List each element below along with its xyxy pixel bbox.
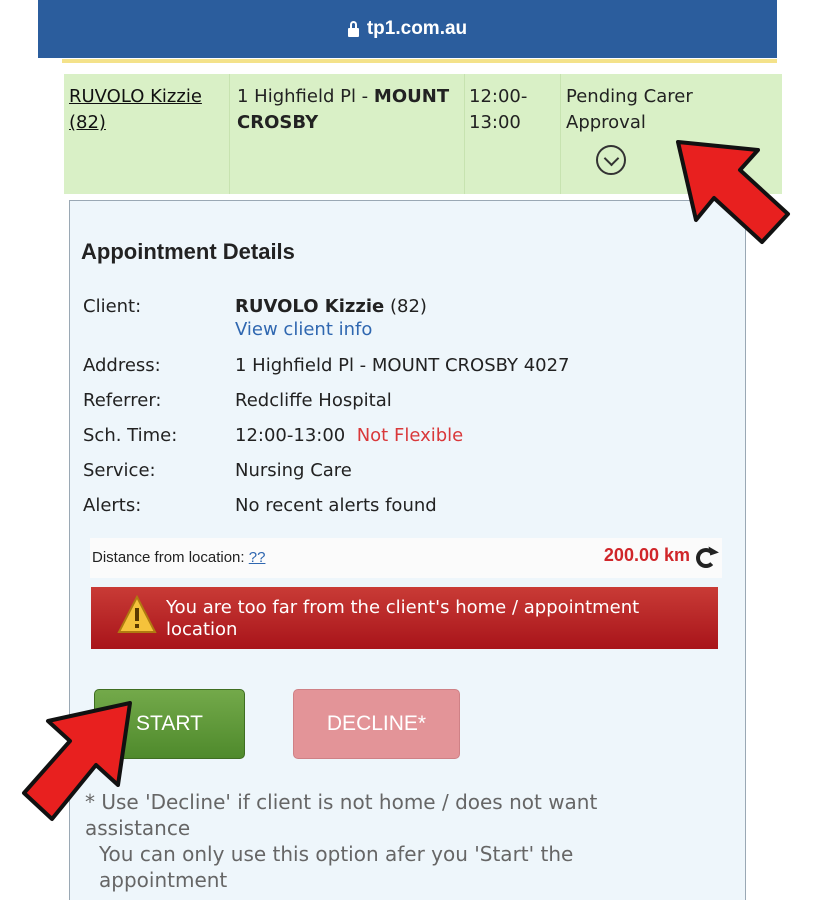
- referrer-value: Redcliffe Hospital: [235, 390, 392, 411]
- not-flexible-badge: Not Flexible: [356, 425, 464, 446]
- refresh-icon[interactable]: [696, 548, 716, 568]
- decline-button[interactable]: DECLINE*: [293, 689, 460, 759]
- alerts-label: Alerts:: [83, 495, 142, 516]
- sch-time-label: Sch. Time:: [83, 425, 178, 446]
- url-text: tp1.com.au: [366, 18, 468, 39]
- decline-footnote: * Use 'Decline' if client is not home / …: [85, 790, 598, 892]
- address-label: Address:: [83, 355, 161, 376]
- warning-icon: [117, 595, 157, 633]
- distance-label: Distance from location: ??: [92, 549, 266, 566]
- column-divider: [229, 74, 230, 194]
- client-label: Client:: [83, 296, 142, 317]
- distance-value: 200.00 km: [603, 545, 690, 565]
- appointment-details-panel: Appointment Details Client: RUVOLO Kizzi…: [69, 200, 746, 900]
- service-label: Service:: [83, 460, 156, 481]
- address-value: 1 Highfield Pl - MOUNT CROSBY 4027: [235, 355, 570, 376]
- browser-url-bar[interactable]: tp1.com.au: [38, 0, 777, 63]
- distance-bar: Distance from location: ?? 200.00 km: [90, 538, 722, 578]
- sch-time-value: 12:00-13:00 Not Flexible: [235, 425, 464, 446]
- service-value: Nursing Care: [235, 460, 352, 481]
- panel-title: Appointment Details: [81, 239, 295, 264]
- header-divider: [62, 59, 777, 63]
- row-time: 12:00- 13:00: [469, 86, 528, 133]
- lock-icon: [347, 20, 359, 37]
- expand-chevron-icon[interactable]: [596, 145, 626, 175]
- alerts-value: No recent alerts found: [235, 495, 437, 516]
- annotation-arrow-icon: [22, 701, 132, 821]
- distance-help-link[interactable]: ??: [249, 549, 266, 566]
- client-name-link[interactable]: RUVOLO Kizzie (82): [69, 86, 202, 133]
- distance-warning-banner: You are too far from the client's home /…: [91, 587, 718, 649]
- annotation-arrow-icon: [676, 140, 790, 244]
- row-status: Pending Carer Approval: [566, 86, 693, 133]
- client-value: RUVOLO Kizzie (82): [235, 296, 427, 317]
- warning-text: You are too far from the client's home /…: [166, 597, 640, 640]
- row-address: 1 Highfield Pl - MOUNT CROSBY: [237, 86, 450, 133]
- column-divider: [560, 74, 561, 194]
- view-client-info-link[interactable]: View client info: [235, 319, 372, 340]
- referrer-label: Referrer:: [83, 390, 162, 411]
